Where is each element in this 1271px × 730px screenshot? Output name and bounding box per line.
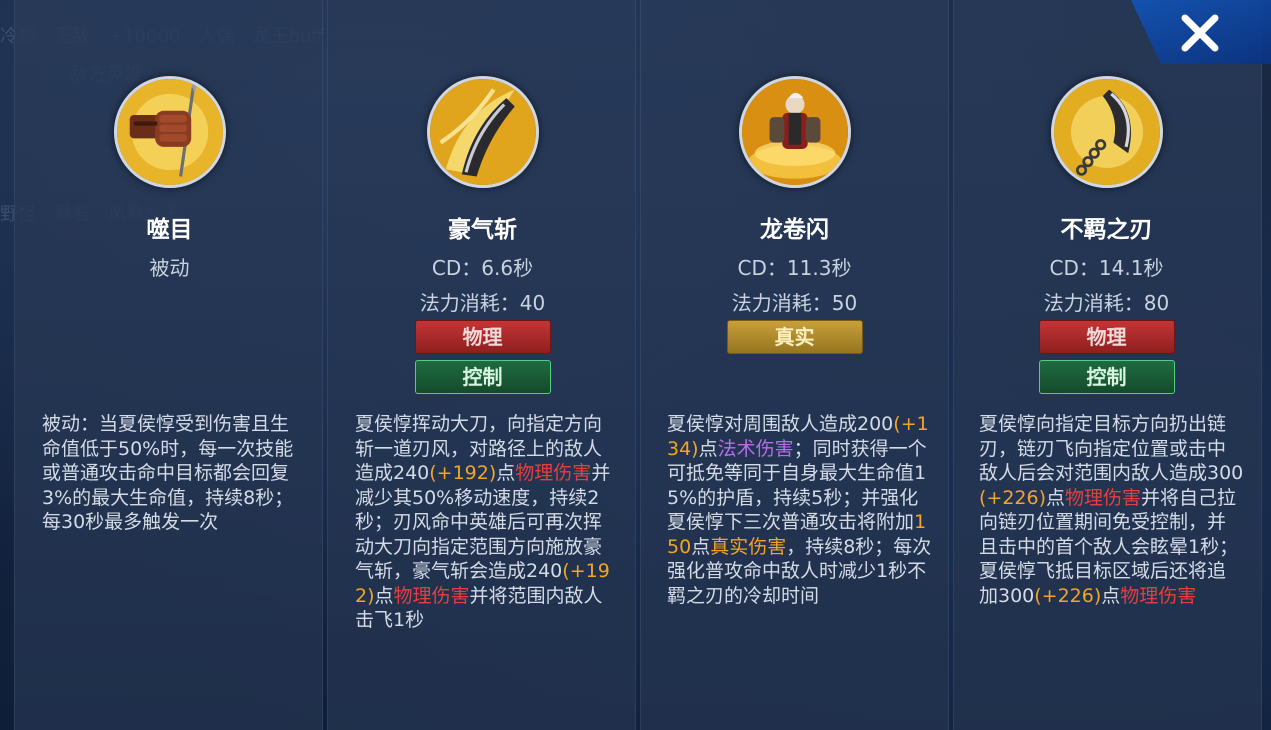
skill-mana-cost: 法力消耗：80 <box>1043 291 1170 315</box>
description-highlight: 物理伤害 <box>1065 486 1142 509</box>
skill-description: 夏侯惇对周围敌人造成200(+134)点法术伤害；同时获得一个可抵免等同于自身最… <box>667 412 932 608</box>
skill-name: 豪气斩 <box>448 217 517 243</box>
description-text: 夏侯惇向指定目标方向扔出链刃，链刃飞向指定位置或击中敌人后会对范围内敌人造成30… <box>979 413 1244 484</box>
skill-mana-cost: 法力消耗：40 <box>419 291 546 315</box>
skill-description: 夏侯惇挥动大刀，向指定方向斩一道刃风，对路径上的敌人造成240(+192)点物理… <box>355 412 620 633</box>
skill-name: 噬目 <box>146 217 193 243</box>
description-text: 被动：当夏侯惇受到伤害且生命值低于50%时，每一次技能或普通攻击命中目标都会回复… <box>42 413 294 533</box>
skill-tag-true: 真实 <box>726 320 863 354</box>
description-text: 点 <box>698 437 718 460</box>
description-highlight: 物理伤害 <box>393 584 470 607</box>
skill-name: 龙卷闪 <box>760 217 829 243</box>
description-text: 点 <box>374 584 394 607</box>
skill-tag-physical: 物理 <box>1038 320 1175 354</box>
description-highlight: (+192) <box>429 462 497 484</box>
skill-tag-physical: 物理 <box>414 320 551 354</box>
skill-tag-control: 控制 <box>1038 360 1175 394</box>
close-button[interactable] <box>1177 10 1223 56</box>
skill-passive-label: 被动 <box>149 256 190 280</box>
skill-card-2: 龙卷闪 CD：11.3秒 法力消耗：50 真实 夏侯惇对周围敌人造成200(+1… <box>639 0 950 730</box>
gauntlet-fist-icon[interactable] <box>113 76 226 188</box>
skill-mana-cost: 法力消耗：50 <box>731 291 858 315</box>
skill-description: 被动：当夏侯惇受到伤害且生命值低于50%时，每一次技能或普通攻击命中目标都会回复… <box>42 412 307 535</box>
description-highlight: 真实伤害 <box>710 535 787 558</box>
description-highlight: 物理伤害 <box>1120 584 1197 607</box>
skill-tag-control: 控制 <box>414 360 551 394</box>
skill-cooldown: CD：11.3秒 <box>737 256 852 280</box>
description-text: 夏侯惇对周围敌人造成200 <box>667 413 894 435</box>
description-highlight: (+226) <box>1034 584 1102 607</box>
description-highlight: 物理伤害 <box>515 462 592 484</box>
skill-cooldown: CD：6.6秒 <box>431 256 534 280</box>
description-text: 点 <box>691 535 711 558</box>
skill-card-passive: 噬目 被动 被动：当夏侯惇受到伤害且生命值低于50%时，每一次技能或普通攻击命中… <box>14 0 325 730</box>
description-highlight: (+226) <box>979 486 1047 509</box>
skill-name: 不羁之刃 <box>1060 217 1153 243</box>
description-highlight: 法术伤害 <box>717 437 794 460</box>
warrior-whirlwind-icon[interactable] <box>738 76 851 188</box>
chain-blade-icon[interactable] <box>1050 76 1163 188</box>
description-text: 点 <box>1046 486 1066 509</box>
description-text: 点 <box>1101 584 1121 607</box>
skill-cooldown: CD：14.1秒 <box>1049 256 1164 280</box>
skill-description: 夏侯惇向指定目标方向扔出链刃，链刃飞向指定位置或击中敌人后会对范围内敌人造成30… <box>979 412 1244 608</box>
skill-card-1: 豪气斩 CD：6.6秒 法力消耗：40 物理 控制 夏侯惇挥动大刀，向指定方向斩… <box>327 0 638 730</box>
close-icon <box>1181 14 1219 52</box>
skill-card-3: 不羁之刃 CD：14.1秒 法力消耗：80 物理 控制 夏侯惇向指定目标方向扔出… <box>951 0 1262 730</box>
description-text: 点 <box>496 462 516 484</box>
blade-slash-icon[interactable] <box>426 76 539 188</box>
